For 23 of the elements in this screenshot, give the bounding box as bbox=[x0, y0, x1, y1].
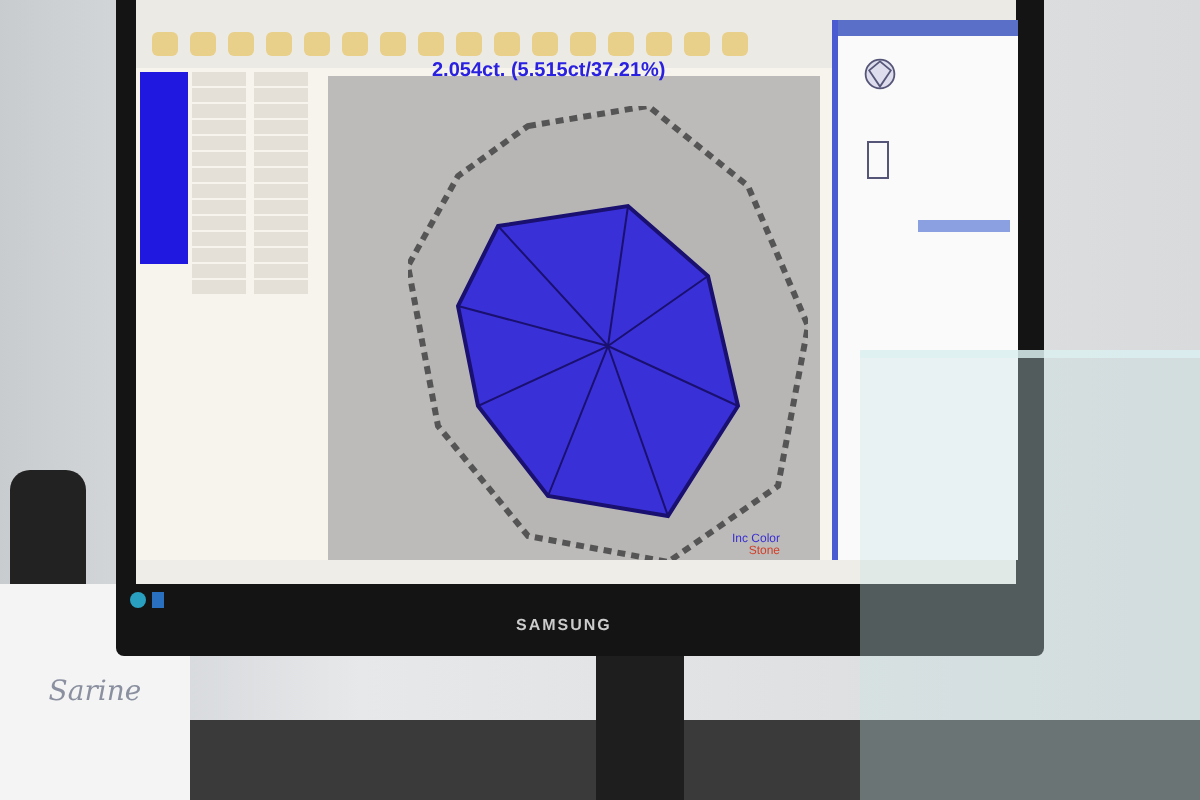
brand-label: SAMSUNG bbox=[516, 616, 612, 634]
weight-reading: 2.054ct. (5.515ct/37.21%) bbox=[432, 60, 666, 82]
toolbar-icon[interactable] bbox=[494, 32, 520, 56]
toolbar-icon[interactable] bbox=[418, 32, 444, 56]
panel-bar bbox=[918, 220, 1010, 232]
toolbar-icon[interactable] bbox=[532, 32, 558, 56]
toolbar-icon[interactable] bbox=[380, 32, 406, 56]
rectangle-icon bbox=[866, 140, 890, 180]
toolbar-icon[interactable] bbox=[152, 32, 178, 56]
toolbar-icon[interactable] bbox=[646, 32, 672, 56]
gem-icon bbox=[862, 56, 898, 92]
toolbar-icon[interactable] bbox=[304, 32, 330, 56]
toolbar-icon[interactable] bbox=[722, 32, 748, 56]
toolbar-icon[interactable] bbox=[342, 32, 368, 56]
card-logo: Sarine bbox=[48, 676, 142, 708]
toolbar-icon[interactable] bbox=[228, 32, 254, 56]
toolbar-icon[interactable] bbox=[608, 32, 634, 56]
toolbar-icon[interactable] bbox=[570, 32, 596, 56]
toolbar-icon[interactable] bbox=[266, 32, 292, 56]
power-icon bbox=[128, 590, 168, 610]
toolbar-icon[interactable] bbox=[190, 32, 216, 56]
toolbar-icon[interactable] bbox=[684, 32, 710, 56]
toolbar-icon[interactable] bbox=[456, 32, 482, 56]
